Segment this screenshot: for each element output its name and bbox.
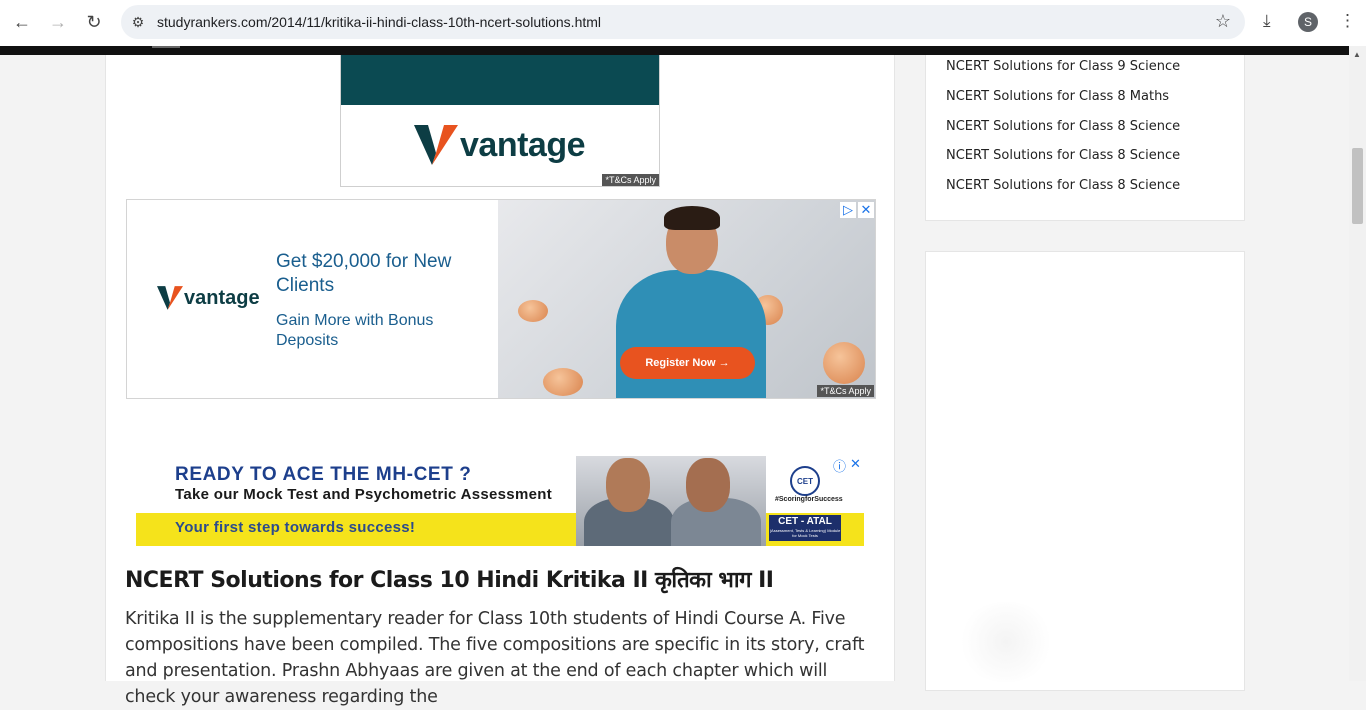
vantage-top-banner bbox=[341, 55, 659, 105]
student-head bbox=[606, 458, 650, 512]
cet-atal-badge: CET - ATAL (Assessment, Tests & Learning… bbox=[769, 515, 841, 541]
scroll-thumb[interactable] bbox=[1352, 148, 1363, 224]
sidebar-ad-image bbox=[956, 602, 1056, 682]
cet-seal-logo: CET bbox=[790, 466, 820, 496]
vantage-banner-ad[interactable]: vantage Get $20,000 for New Clients Gain… bbox=[126, 199, 876, 399]
site-header-bar bbox=[0, 46, 1349, 55]
vantage-v-icon bbox=[414, 125, 458, 165]
header-edge bbox=[152, 46, 180, 48]
sidebar-link[interactable]: NCERT Solutions for Class 8 Maths bbox=[946, 89, 1169, 104]
vantage-v-icon bbox=[157, 286, 183, 310]
article-title: NCERT Solutions for Class 10 Hindi Kriti… bbox=[125, 568, 774, 593]
menu-kebab-icon[interactable]: ⋮ bbox=[1339, 11, 1356, 31]
person-hair bbox=[664, 206, 720, 230]
mhcet-headline[interactable]: READY TO ACE THE MH-CET ? bbox=[175, 464, 472, 486]
ad-info-icon[interactable]: ⓘ bbox=[833, 456, 846, 475]
url-text[interactable]: studyrankers.com/2014/11/kritika-ii-hind… bbox=[157, 14, 601, 30]
sidebar-links-box: NCERT Solutions for Class 9 Science NCER… bbox=[925, 55, 1245, 221]
ad-subline[interactable]: Gain More with Bonus Deposits bbox=[276, 311, 476, 351]
coin-icon bbox=[543, 368, 583, 396]
mhcet-subhead[interactable]: Take our Mock Test and Psychometric Asse… bbox=[175, 486, 552, 503]
sidebar-link[interactable]: NCERT Solutions for Class 9 Science bbox=[946, 59, 1180, 74]
scroll-up-icon[interactable]: ▲ bbox=[1353, 50, 1361, 59]
ad-photo[interactable]: Register Now → bbox=[498, 200, 875, 398]
site-info-icon[interactable]: ⚙ bbox=[129, 13, 147, 31]
page-scrollbar[interactable]: ▲ bbox=[1349, 46, 1366, 681]
tc-label: *T&Cs Apply bbox=[817, 385, 874, 397]
back-arrow-icon[interactable]: ← bbox=[9, 9, 35, 35]
profile-avatar[interactable]: S bbox=[1298, 12, 1318, 32]
browser-toolbar: ← → ↻ ⚙ studyrankers.com/2014/11/kritika… bbox=[0, 0, 1366, 46]
vantage-wordmark: vantage bbox=[184, 286, 260, 309]
sidebar-ad-box bbox=[925, 251, 1245, 691]
sidebar-link[interactable]: NCERT Solutions for Class 8 Science bbox=[946, 119, 1180, 134]
bookmark-star-icon[interactable]: ☆ bbox=[1215, 11, 1231, 32]
vantage-logo-small: vantage bbox=[157, 286, 260, 310]
person-body bbox=[616, 270, 766, 398]
article-body: Kritika II is the supplementary reader f… bbox=[125, 609, 865, 707]
download-icon[interactable]: ⤓ bbox=[1263, 11, 1271, 31]
students-photo bbox=[576, 456, 766, 546]
mhcet-ad[interactable]: READY TO ACE THE MH-CET ? Take our Mock … bbox=[136, 456, 864, 546]
mhcet-tagline[interactable]: Your first step towards success! bbox=[175, 519, 415, 536]
reload-icon[interactable]: ↻ bbox=[81, 9, 107, 35]
vantage-wordmark: vantage bbox=[460, 125, 586, 164]
register-now-button[interactable]: Register Now → bbox=[620, 347, 755, 379]
sidebar-link[interactable]: NCERT Solutions for Class 8 Science bbox=[946, 148, 1180, 163]
student-head bbox=[686, 458, 730, 512]
mhcet-hashtag: #ScoringforSuccess bbox=[775, 496, 843, 503]
vantage-logo: vantage bbox=[414, 125, 586, 165]
close-ad-icon[interactable]: ✕ bbox=[858, 202, 874, 218]
ad-headline[interactable]: Get $20,000 for New Clients bbox=[276, 250, 476, 298]
sidebar-link[interactable]: NCERT Solutions for Class 8 Science bbox=[946, 178, 1180, 193]
adchoices-icon[interactable]: ▷ bbox=[840, 202, 856, 218]
coin-icon bbox=[518, 300, 548, 322]
tc-label: *T&Cs Apply bbox=[602, 174, 659, 186]
vantage-top-ad[interactable]: vantage *T&Cs Apply bbox=[340, 55, 660, 187]
address-bar[interactable]: ⚙ studyrankers.com/2014/11/kritika-ii-hi… bbox=[121, 5, 1245, 39]
close-ad-icon[interactable]: ✕ bbox=[850, 456, 861, 472]
coin-icon bbox=[823, 342, 865, 384]
cet-atal-title: CET - ATAL bbox=[778, 516, 832, 527]
cet-atal-subtitle: (Assessment, Tests & Learning) Module fo… bbox=[769, 528, 841, 538]
forward-arrow-icon[interactable]: → bbox=[45, 9, 71, 35]
